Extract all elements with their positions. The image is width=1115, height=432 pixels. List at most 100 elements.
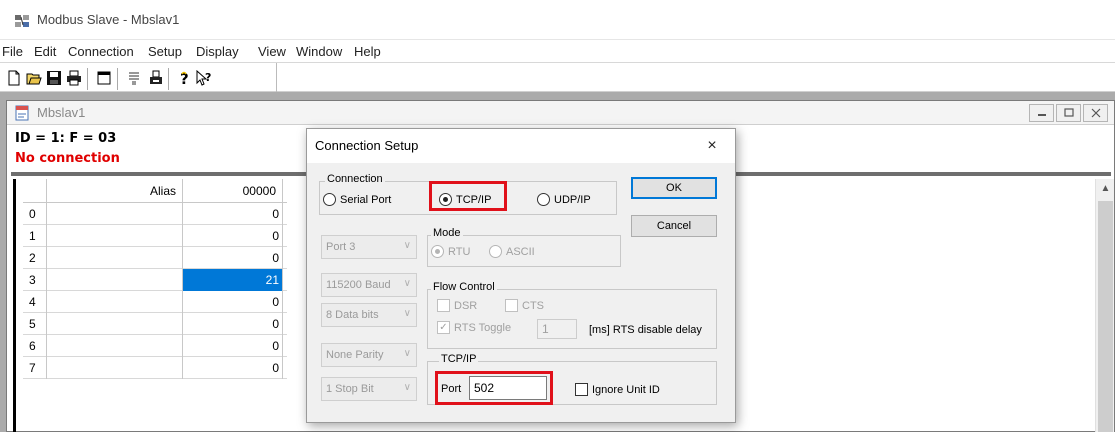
table-row: 1 0 (23, 225, 287, 247)
stop-bits-combo-value: 1 Stop Bit (326, 383, 374, 395)
checkbox-unchecked-icon (505, 299, 518, 312)
grid-header: Alias 00000 (23, 179, 287, 203)
menu-bar: File Edit Connection Setup Display View … (0, 40, 1115, 62)
rts-toggle-label: RTS Toggle (454, 321, 512, 334)
scroll-up-icon[interactable]: ▲ (1096, 183, 1115, 197)
minimize-icon (1037, 114, 1046, 116)
parity-combo[interactable]: None Parity ∨ (321, 343, 417, 367)
rtu-label: RTU (448, 245, 471, 258)
scrollbar-thumb[interactable] (1098, 201, 1113, 432)
menu-help[interactable]: Help (354, 44, 381, 59)
menu-connection[interactable]: Connection (68, 44, 134, 59)
new-icon[interactable] (4, 68, 24, 88)
dialog-title-bar[interactable]: Connection Setup × (307, 129, 735, 163)
stop-bits-combo[interactable]: 1 Stop Bit ∨ (321, 377, 417, 401)
row-number[interactable]: 1 (23, 225, 47, 247)
checkbox-unchecked-icon (575, 383, 588, 396)
value-cell[interactable]: 0 (183, 335, 283, 357)
log-icon[interactable] (124, 68, 144, 88)
alias-cell[interactable] (47, 291, 183, 313)
menu-edit[interactable]: Edit (34, 44, 56, 59)
menu-setup[interactable]: Setup (148, 44, 182, 59)
data-bits-combo[interactable]: 8 Data bits ∨ (321, 303, 417, 327)
rts-delay-input[interactable]: 1 (537, 319, 577, 339)
value-cell-selected[interactable]: 21 (183, 269, 283, 291)
toolbar: ? ? (0, 62, 1115, 93)
chevron-down-icon: ∨ (403, 348, 411, 359)
udp-ip-radio[interactable]: UDP/IP (537, 193, 591, 206)
dsr-label: DSR (454, 299, 478, 312)
table-row: 6 0 (23, 335, 287, 357)
alias-cell[interactable] (47, 203, 183, 225)
row-number[interactable]: 4 (23, 291, 47, 313)
port-combo-value: Port 3 (326, 241, 356, 253)
vertical-scrollbar[interactable]: ▲ (1095, 179, 1114, 432)
row-number[interactable]: 2 (23, 247, 47, 269)
port-combo[interactable]: Port 3 ∨ (321, 235, 417, 259)
print-icon[interactable] (64, 68, 84, 88)
radio-unchecked-icon (323, 193, 336, 206)
child-title: Mbslav1 (37, 105, 86, 120)
status-id-function: ID = 1: F = 03 (15, 131, 117, 146)
value-cell[interactable]: 0 (183, 247, 283, 269)
menu-view[interactable]: View (258, 44, 286, 59)
alias-cell[interactable] (47, 335, 183, 357)
cts-checkbox[interactable]: CTS (505, 299, 544, 312)
connection-group-label: Connection (325, 173, 385, 185)
alias-cell[interactable] (47, 357, 183, 379)
cancel-button[interactable]: Cancel (631, 215, 717, 237)
menu-window[interactable]: Window (296, 44, 342, 59)
rts-toggle-checkbox[interactable]: ✓ RTS Toggle (437, 321, 511, 334)
rtu-radio[interactable]: RTU (431, 245, 470, 258)
minimize-button[interactable] (1029, 104, 1054, 122)
app-title: Modbus Slave - Mbslav1 (37, 12, 180, 27)
header-corner (23, 179, 47, 203)
baud-combo[interactable]: 115200 Baud ∨ (321, 273, 417, 297)
menu-display[interactable]: Display (196, 44, 239, 59)
connection-setup-dialog: Connection Setup × Connection Serial Por… (306, 128, 736, 423)
header-alias[interactable]: Alias (47, 179, 183, 203)
alias-cell[interactable] (47, 225, 183, 247)
help-icon[interactable]: ? (174, 68, 194, 88)
maximize-icon (1063, 108, 1074, 117)
port-highlight (435, 371, 553, 405)
cts-label: CTS (522, 299, 544, 312)
save-icon[interactable] (44, 68, 64, 88)
print-preview-icon[interactable] (146, 68, 166, 88)
value-cell[interactable]: 0 (183, 357, 283, 379)
alias-cell[interactable] (47, 247, 183, 269)
value-cell[interactable]: 0 (183, 203, 283, 225)
chevron-down-icon: ∨ (403, 278, 411, 289)
close-button[interactable] (1083, 104, 1108, 122)
row-number[interactable]: 0 (23, 203, 47, 225)
checkmark-icon: ✓ (437, 321, 450, 334)
alias-cell[interactable] (47, 313, 183, 335)
serial-port-radio[interactable]: Serial Port (323, 193, 391, 206)
open-icon[interactable] (24, 68, 44, 88)
value-cell[interactable]: 0 (183, 291, 283, 313)
menu-file[interactable]: File (2, 44, 23, 59)
alias-cell[interactable] (47, 269, 183, 291)
row-number[interactable]: 3 (23, 269, 47, 291)
ok-button[interactable]: OK (631, 177, 717, 199)
dsr-checkbox[interactable]: DSR (437, 299, 477, 312)
chevron-down-icon: ∨ (403, 382, 411, 393)
window-icon[interactable] (94, 68, 114, 88)
ascii-radio[interactable]: ASCII (489, 245, 535, 258)
tcp-ip-highlight (429, 181, 507, 211)
table-row: 5 0 (23, 313, 287, 335)
maximize-button[interactable] (1056, 104, 1081, 122)
row-number[interactable]: 7 (23, 357, 47, 379)
row-number[interactable]: 5 (23, 313, 47, 335)
row-number[interactable]: 6 (23, 335, 47, 357)
chevron-down-icon: ∨ (403, 240, 411, 251)
child-title-bar[interactable]: Mbslav1 (7, 101, 1114, 125)
ignore-unit-id-checkbox[interactable]: Ignore Unit ID (575, 383, 660, 396)
chevron-down-icon: ∨ (403, 308, 411, 319)
dialog-close-button[interactable]: × (703, 137, 721, 155)
svg-text:?: ? (205, 71, 211, 84)
header-address[interactable]: 00000 (183, 179, 283, 203)
context-help-icon[interactable]: ? (194, 68, 214, 88)
value-cell[interactable]: 0 (183, 225, 283, 247)
value-cell[interactable]: 0 (183, 313, 283, 335)
